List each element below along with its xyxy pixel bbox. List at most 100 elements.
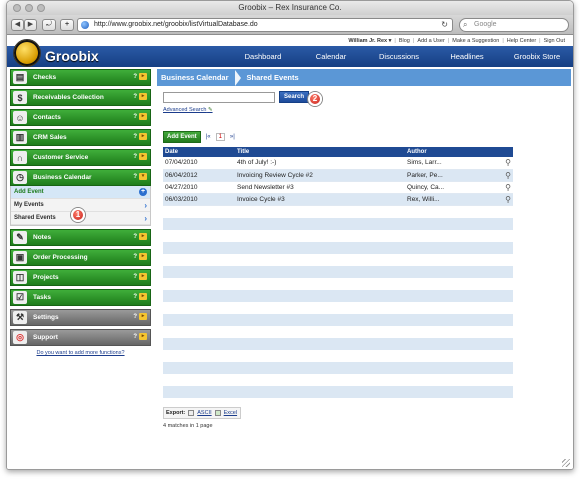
chevron-right-icon: › [144, 213, 147, 223]
zoom-icon[interactable]: ⚲ [499, 181, 513, 194]
breadcrumb: Business Calendar Shared Events [157, 69, 571, 86]
help-icon[interactable]: ? [133, 174, 137, 180]
export-excel-link[interactable]: Excel [224, 410, 237, 416]
help-icon[interactable]: ? [133, 234, 137, 240]
breadcrumb-business-calendar[interactable]: Business Calendar [161, 73, 229, 82]
reload-icon[interactable]: ↻ [441, 19, 448, 31]
sidebar-item-order-processing[interactable]: ▣ Order Processing ? ▸ [10, 249, 151, 266]
expand-icon[interactable]: ▸ [139, 293, 147, 300]
help-icon[interactable]: ? [133, 294, 137, 300]
expand-icon[interactable]: ▸ [139, 113, 147, 120]
event-search-input[interactable] [163, 91, 275, 103]
help-icon[interactable]: ? [133, 314, 137, 320]
callout-badge: 1 [71, 208, 85, 222]
zoom-icon[interactable]: ⚲ [499, 169, 513, 182]
add-bookmark-button[interactable]: + [60, 19, 74, 31]
collapse-icon[interactable]: ▾ [139, 173, 147, 180]
help-icon[interactable]: ? [133, 254, 137, 260]
blog-link[interactable]: Blog [399, 38, 410, 44]
snapback-button[interactable]: ⤾ [42, 19, 56, 31]
column-header-author[interactable]: Author [405, 147, 499, 157]
row-title[interactable]: Invoice Cycle #3 [235, 193, 405, 206]
expand-icon[interactable]: ▸ [139, 93, 147, 100]
groobix-logo[interactable]: Groobix [13, 39, 99, 67]
sidebar-item-crm-sales[interactable]: ▥ CRM Sales ? ▸ [10, 129, 151, 146]
sidebar-item-customer-service[interactable]: ∩ Customer Service ? ▸ [10, 149, 151, 166]
empty-table-rows [163, 206, 513, 398]
resize-grip[interactable] [562, 459, 570, 467]
window-controls [13, 4, 45, 12]
zoom-icon[interactable]: ⚲ [499, 157, 513, 170]
table-row[interactable]: 04/27/2010 Send Newsletter #3 Quincy, Ca… [163, 181, 513, 194]
browser-search-field[interactable]: ⌕ Google [459, 18, 569, 32]
table-row[interactable]: 07/04/2010 4th of July! :-) Sims, Larr..… [163, 157, 513, 170]
row-date: 06/04/2012 [163, 169, 235, 182]
lifebuoy-icon: ◎ [13, 331, 27, 344]
help-icon[interactable]: ? [133, 274, 137, 280]
expand-icon[interactable]: ▸ [139, 153, 147, 160]
nav-discussions[interactable]: Discussions [365, 46, 433, 67]
zoom-window-button[interactable] [37, 4, 45, 12]
help-icon[interactable]: ? [133, 114, 137, 120]
callout-badge: 2 [308, 92, 322, 106]
help-icon[interactable]: ? [133, 134, 137, 140]
back-button[interactable]: ◀ [11, 19, 24, 31]
close-window-button[interactable] [13, 4, 21, 12]
logo-text: Groobix [45, 48, 99, 64]
table-row[interactable]: 06/04/2012 Invoicing Review Cycle #2 Par… [163, 169, 513, 182]
sign-out-link[interactable]: Sign Out [544, 38, 565, 44]
row-title[interactable]: Send Newsletter #3 [235, 181, 405, 194]
forward-button[interactable]: ▶ [24, 19, 37, 31]
sidebar-item-projects[interactable]: ◫ Projects ? ▸ [10, 269, 151, 286]
help-icon[interactable]: ? [133, 74, 137, 80]
globe-icon [81, 21, 89, 29]
make-suggestion-link[interactable]: Make a Suggestion [452, 38, 499, 44]
zoom-icon[interactable]: ⚲ [499, 193, 513, 206]
minimize-window-button[interactable] [25, 4, 33, 12]
page-number[interactable]: 1 [215, 133, 225, 141]
help-icon[interactable]: ? [133, 154, 137, 160]
expand-icon[interactable]: ▸ [139, 133, 147, 140]
sidebar-item-tasks[interactable]: ☑ Tasks ? ▸ [10, 289, 151, 306]
money-icon: $ [13, 91, 27, 104]
sidebar-item-business-calendar[interactable]: ◷ Business Calendar ? ▾ [10, 169, 151, 186]
help-icon[interactable]: ? [133, 334, 137, 340]
nav-headlines[interactable]: Headlines [433, 46, 501, 67]
expand-icon[interactable]: ▸ [139, 313, 147, 320]
add-user-link[interactable]: Add a User [417, 38, 445, 44]
search-button[interactable]: Search [279, 91, 310, 103]
browser-toolbar: ◀ ▶ ⤾ + http://www.groobix.net/groobix/l… [7, 15, 573, 35]
expand-icon[interactable]: ▸ [139, 73, 147, 80]
sidebar-item-notes[interactable]: ✎ Notes ? ▸ [10, 229, 151, 246]
sidebar-item-checks[interactable]: ▤ Checks ? ▸ [10, 69, 151, 86]
add-more-functions-link[interactable]: Do you want to add more functions? [10, 350, 151, 356]
add-event-button[interactable]: Add Event [163, 131, 201, 143]
nav-groobix-store[interactable]: Groobix Store [501, 46, 573, 67]
user-menu[interactable]: William Jr. Rex ▾ [348, 38, 391, 44]
sidebar-item-label: Business Calendar [33, 174, 92, 181]
help-icon[interactable]: ? [133, 94, 137, 100]
sidebar-item-contacts[interactable]: ☺ Contacts ? ▸ [10, 109, 151, 126]
expand-icon[interactable]: ▸ [139, 233, 147, 240]
expand-icon[interactable]: ▸ [139, 333, 147, 340]
help-center-link[interactable]: Help Center [507, 38, 536, 44]
advanced-search-link[interactable]: Advanced Search ✎ [163, 107, 213, 113]
submenu-item-add-event[interactable]: Add Event + [11, 186, 150, 199]
last-page-button[interactable]: »| [228, 134, 237, 140]
column-header-date[interactable]: Date [163, 147, 235, 157]
first-page-button[interactable]: |« [204, 134, 213, 140]
table-row[interactable]: 06/03/2010 Invoice Cycle #3 Rex, Willi..… [163, 193, 513, 206]
sidebar-item-support[interactable]: ◎ Support ? ▸ [10, 329, 151, 346]
sidebar-item-settings[interactable]: ⚒ Settings ? ▸ [10, 309, 151, 326]
export-ascii-link[interactable]: ASCII [197, 410, 211, 416]
column-header-title[interactable]: Title [235, 147, 405, 157]
nav-calendar[interactable]: Calendar [297, 46, 365, 67]
row-title[interactable]: 4th of July! :-) [235, 157, 405, 170]
row-title[interactable]: Invoicing Review Cycle #2 [235, 169, 405, 182]
expand-icon[interactable]: ▸ [139, 253, 147, 260]
nav-dashboard[interactable]: Dashboard [229, 46, 297, 67]
sidebar-item-receivables-collection[interactable]: $ Receivables Collection ? ▸ [10, 89, 151, 106]
address-bar[interactable]: http://www.groobix.net/groobix/listVirtu… [77, 18, 453, 32]
expand-icon[interactable]: ▸ [139, 273, 147, 280]
box-icon: ▣ [13, 251, 27, 264]
